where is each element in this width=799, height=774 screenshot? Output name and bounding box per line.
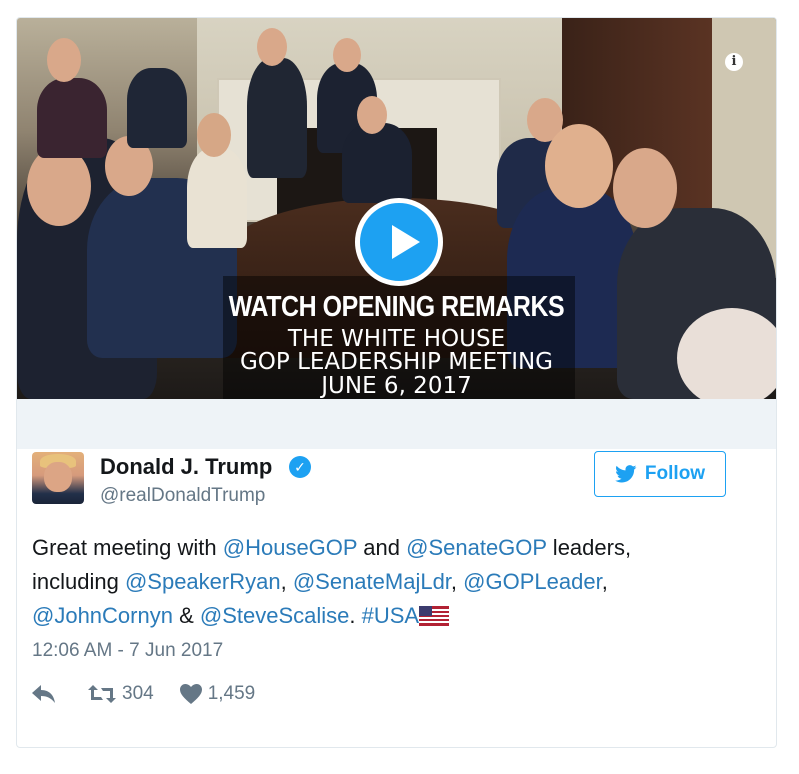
mention-gopleader[interactable]: @GOPLeader (463, 569, 602, 594)
mention-senategop[interactable]: @SenateGOP (406, 535, 547, 560)
video-thumbnail[interactable]: i WATCH OPENING REMARKS THE WHITE HOUSE … (17, 18, 776, 399)
retweet-count: 304 (122, 683, 154, 704)
tweet-text-segment: , (280, 569, 293, 594)
tweet-timestamp[interactable]: 12:06 AM - 7 Jun 2017 (32, 640, 223, 662)
mention-johncornyn[interactable]: @JohnCornyn (32, 603, 173, 628)
info-icon[interactable]: i (725, 53, 743, 71)
tweet-text: Great meeting with @HouseGOP and @Senate… (32, 531, 722, 633)
mention-senatemajldr[interactable]: @SenateMajLdr (293, 569, 451, 594)
heart-icon (179, 684, 202, 704)
play-icon[interactable] (355, 198, 443, 286)
like-button[interactable]: 1,459 (179, 683, 256, 705)
avatar[interactable] (32, 452, 84, 504)
mention-speakerryan[interactable]: @SpeakerRyan (125, 569, 281, 594)
tweet-text-segment: , (601, 569, 608, 594)
us-flag-icon (419, 606, 450, 626)
tweet-card: i WATCH OPENING REMARKS THE WHITE HOUSE … (16, 17, 777, 748)
reply-icon (32, 685, 55, 703)
tweet-text-segment: & (172, 603, 200, 628)
retweet-icon (88, 685, 116, 703)
mention-stevescalise[interactable]: @SteveScalise (200, 603, 350, 628)
tweet-text-segment: . (349, 603, 362, 628)
tweet-text-segment: , (450, 569, 464, 594)
author-name[interactable]: Donald J. Trump (100, 454, 272, 480)
tweet-actions: 304 1,459 (32, 682, 255, 706)
reply-button[interactable] (32, 685, 56, 703)
tweet-text-segment: and (357, 535, 407, 560)
follow-button[interactable]: Follow (594, 451, 726, 497)
author-handle[interactable]: @realDonaldTrump (100, 485, 265, 507)
verified-badge-icon: ✓ (289, 456, 311, 478)
video-title-line-4: JUNE 6, 2017 (321, 373, 472, 399)
twitter-bird-icon (615, 465, 637, 483)
tweet-text-segment: Great meeting with (32, 535, 223, 560)
like-count: 1,459 (207, 683, 256, 704)
retweet-button[interactable]: 304 (88, 683, 154, 705)
media-divider-strip (17, 399, 776, 449)
mention-housegop[interactable]: @HouseGOP (223, 535, 357, 560)
video-title-line-3: GOP LEADERSHIP MEETING (239, 349, 554, 375)
follow-label: Follow (644, 463, 706, 484)
hashtag-usa[interactable]: #USA (362, 603, 419, 628)
video-title-line-1: WATCH OPENING REMARKS (228, 291, 565, 323)
